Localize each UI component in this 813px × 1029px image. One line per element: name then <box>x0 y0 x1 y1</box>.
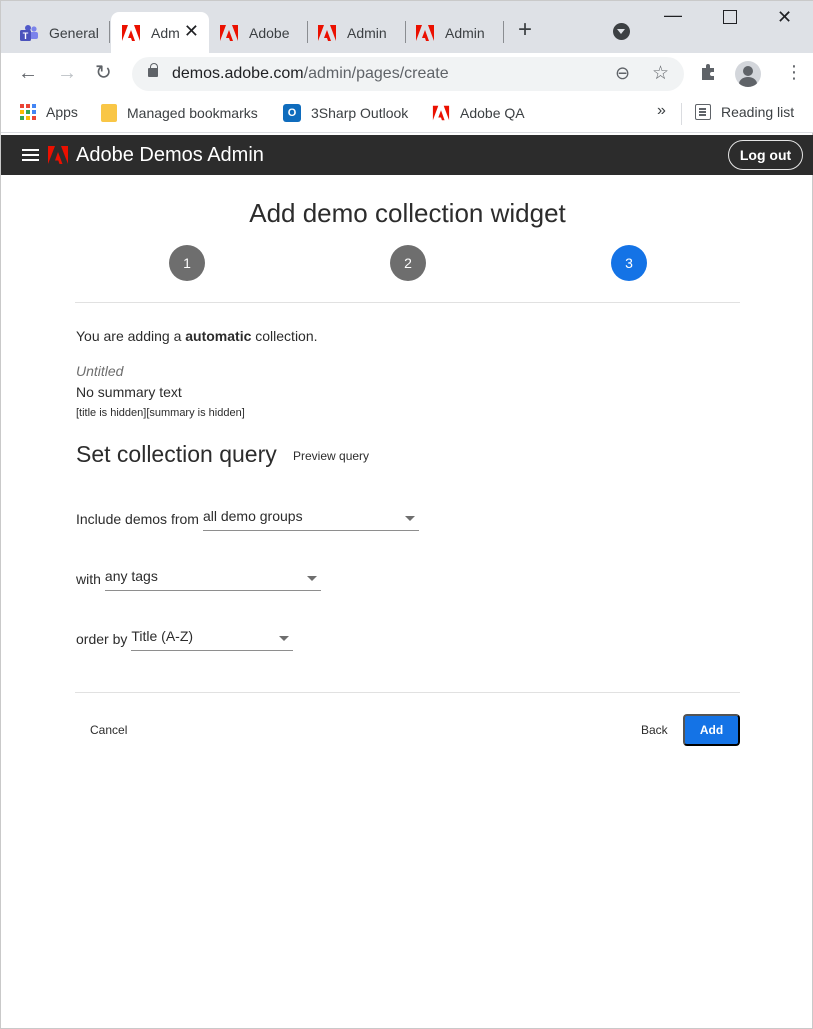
tags-value: any tags <box>104 568 158 584</box>
minimize-icon[interactable]: — <box>664 5 682 26</box>
tab-title: Admin <box>347 24 387 41</box>
order-select[interactable]: Title (A-Z) <box>131 627 294 651</box>
order-label: order by <box>76 631 128 647</box>
svg-text:T: T <box>23 31 29 41</box>
bookmark-star-icon[interactable]: ☆ <box>652 62 669 85</box>
url-path: /admin/pages/create <box>303 65 449 82</box>
demo-groups-select[interactable]: all demo groups <box>202 507 419 531</box>
bookmark-label: Adobe QA <box>460 105 525 121</box>
adobe-icon <box>318 24 336 41</box>
message-suffix: collection. <box>251 328 318 344</box>
tab-title: Admin <box>151 24 179 41</box>
tab-admin-active[interactable]: Admin ✕ <box>111 12 209 53</box>
outlook-icon: O <box>283 104 301 122</box>
order-value: Title (A-Z) <box>131 628 194 644</box>
divider <box>75 302 740 303</box>
step-3: 3 <box>611 245 647 281</box>
tab-adobe[interactable]: Adobe <box>209 12 307 53</box>
extensions-puzzle-icon[interactable] <box>699 62 719 82</box>
chevron-down-icon <box>279 636 290 641</box>
url-text[interactable]: demos.adobe.com/admin/pages/create <box>172 65 449 83</box>
hamburger-menu-icon[interactable] <box>22 149 39 152</box>
back-arrow-icon[interactable]: ← <box>18 63 38 83</box>
apps-grid-icon <box>20 104 36 120</box>
collection-type-message: You are adding a automatic collection. <box>76 328 318 344</box>
bookmark-label: 3Sharp Outlook <box>311 105 409 121</box>
collection-title: Untitled <box>76 363 124 379</box>
adobe-logo-icon <box>48 146 68 164</box>
new-tab-plus-icon[interactable]: + <box>518 18 532 42</box>
step-1[interactable]: 1 <box>169 245 205 281</box>
reading-list-button[interactable]: Reading list <box>695 104 794 120</box>
demo-groups-value: all demo groups <box>202 508 303 524</box>
bookmark-label: Managed bookmarks <box>127 105 258 121</box>
reading-list-icon <box>695 104 711 120</box>
log-out-button[interactable]: Log out <box>728 140 803 170</box>
divider <box>75 692 740 693</box>
close-tab-icon[interactable]: ✕ <box>184 21 199 42</box>
app-header: Adobe Demos Admin Log out <box>1 135 813 175</box>
order-row: order by Title (A-Z) <box>76 627 294 651</box>
tags-label: with <box>76 571 101 587</box>
forward-arrow-icon[interactable]: → <box>57 63 77 83</box>
bookmark-managed-bookmarks[interactable]: Managed bookmarks <box>101 104 258 122</box>
message-prefix: You are adding a <box>76 328 186 344</box>
maximize-icon[interactable] <box>723 10 737 24</box>
bookmark-adobe-qa[interactable]: Adobe QA <box>432 104 525 122</box>
tab-search-icon[interactable] <box>613 23 630 40</box>
back-button[interactable]: Back <box>641 723 668 737</box>
browser-tab-strip: T General Admin ✕ Adobe Admin Admin + — … <box>1 1 813 53</box>
section-title: Set collection query <box>76 441 277 467</box>
reading-list-label: Reading list <box>721 104 795 120</box>
chevron-down-icon <box>306 576 317 581</box>
more-bookmarks-chevron-icon[interactable]: » <box>657 102 666 120</box>
tab-title: Adobe <box>249 24 290 41</box>
tab-admin[interactable]: Admin <box>405 12 503 53</box>
url-host: demos.adobe.com <box>172 65 304 82</box>
step-2[interactable]: 2 <box>390 245 426 281</box>
browser-menu-icon[interactable]: ⋮ <box>785 62 803 82</box>
tab-general[interactable]: T General <box>9 12 109 53</box>
adobe-icon <box>220 24 238 41</box>
collection-type: automatic <box>185 328 252 344</box>
tab-title: General <box>49 24 99 41</box>
reload-icon[interactable]: ↻ <box>95 63 112 83</box>
teams-icon: T <box>20 24 38 41</box>
visibility-note: [title is hidden][summary is hidden] <box>76 407 245 419</box>
tab-title: Admin <box>445 24 485 41</box>
bookmarks-bar: Apps Managed bookmarks O 3Sharp Outlook … <box>1 95 813 133</box>
profile-avatar-icon[interactable] <box>735 61 761 87</box>
folder-icon <box>101 104 117 122</box>
bookmark-3sharp-outlook[interactable]: O 3Sharp Outlook <box>283 104 408 122</box>
chevron-down-icon <box>404 516 415 521</box>
tags-row: with any tags <box>76 567 321 591</box>
bookmark-label: Apps <box>46 104 78 120</box>
app-title: Adobe Demos Admin <box>76 144 264 166</box>
lock-icon <box>148 63 158 77</box>
adobe-icon <box>432 105 450 121</box>
cancel-button[interactable]: Cancel <box>90 723 127 737</box>
zoom-icon[interactable]: ⊖ <box>615 63 630 84</box>
groups-label: Include demos from <box>76 511 199 527</box>
adobe-icon <box>416 24 434 41</box>
window-close-icon[interactable]: ✕ <box>777 7 792 28</box>
adobe-icon <box>122 24 140 41</box>
collection-summary: No summary text <box>76 384 182 400</box>
add-button[interactable]: Add <box>683 714 740 746</box>
bookmark-apps[interactable]: Apps <box>20 104 78 120</box>
preview-query-link[interactable]: Preview query <box>293 449 369 463</box>
address-bar[interactable]: demos.adobe.com/admin/pages/create ⊖ ☆ <box>132 57 684 91</box>
browser-toolbar: ← → ↻ demos.adobe.com/admin/pages/create… <box>1 53 813 95</box>
page-title: Add demo collection widget <box>249 198 566 228</box>
tab-admin[interactable]: Admin <box>307 12 405 53</box>
demo-groups-row: Include demos from all demo groups <box>76 507 419 531</box>
tags-select[interactable]: any tags <box>104 567 321 591</box>
